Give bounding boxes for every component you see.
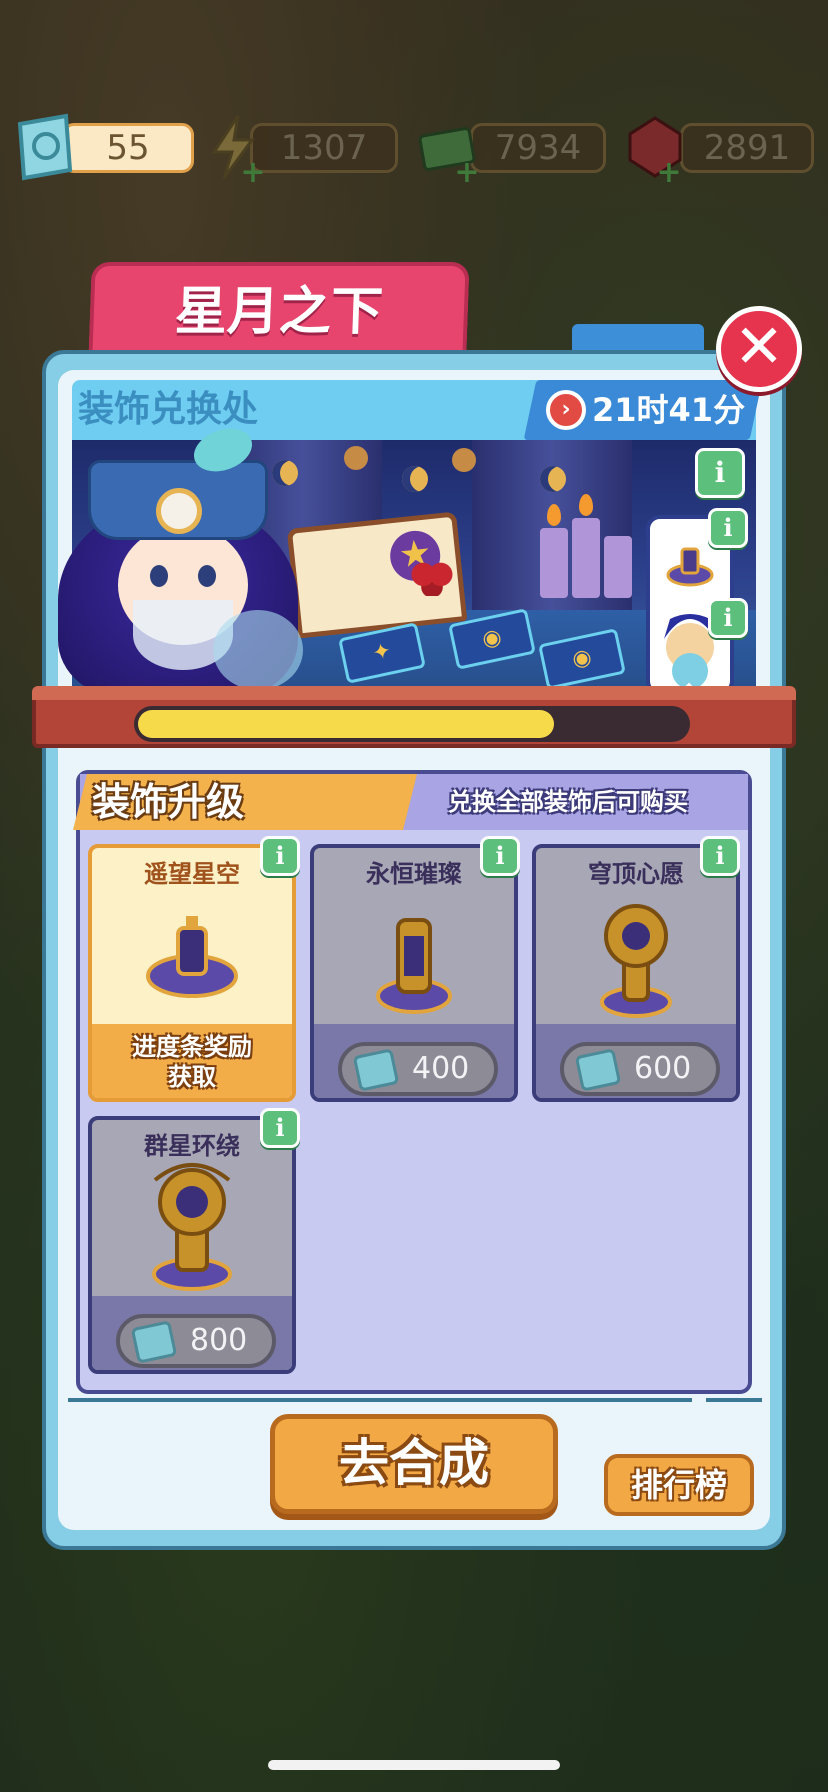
cash-counter[interactable]: 7934 [470, 123, 606, 173]
upgrade-note: 兑换全部装饰后可购买 [448, 788, 688, 816]
deco-card-eternal[interactable]: 永恒璀璨 400 [310, 844, 518, 1102]
gem-counter[interactable]: 2891 [680, 123, 814, 173]
grapes-decoration [410, 560, 454, 596]
price-button[interactable]: 800 [116, 1314, 276, 1368]
preview-info-button[interactable]: i [708, 508, 748, 548]
gem-plus-icon[interactable]: + [656, 158, 682, 188]
candle [604, 536, 632, 598]
event-timer: 21时41分 [592, 391, 746, 429]
flame-icon [579, 494, 593, 516]
candle [572, 518, 600, 598]
eye [150, 565, 168, 587]
deco-info-button[interactable]: i [260, 836, 300, 876]
moon-ornament [540, 466, 566, 492]
stars-surround-deco-icon [152, 1163, 232, 1291]
leaderboard-button[interactable]: 排行榜 [604, 1454, 754, 1516]
upgrade-title: 装饰升级 [92, 780, 245, 824]
price-button[interactable]: 400 [338, 1042, 498, 1096]
progress-bar-fill [138, 710, 554, 738]
divider [68, 1398, 692, 1402]
preview-info-button[interactable]: i [708, 598, 748, 638]
orb-ornament [344, 446, 368, 470]
price-value: 800 [190, 1323, 248, 1358]
price-value: 600 [634, 1051, 692, 1086]
price-value: 400 [412, 1051, 470, 1086]
deco-card-stargazing[interactable]: 遥望星空 进度条奖励 获取 [88, 844, 296, 1102]
event-title-tab: 星月之下 [88, 262, 470, 358]
price-button[interactable]: 600 [560, 1042, 720, 1096]
deco-info-button[interactable]: i [700, 836, 740, 876]
event-title: 星月之下 [173, 282, 384, 342]
tab-decoration [572, 324, 704, 352]
ticket-icon [130, 1320, 178, 1364]
ticket-counter[interactable]: 55 [62, 123, 194, 173]
clock-icon: › [546, 390, 586, 430]
dome-wish-deco-icon [600, 904, 672, 1018]
ticket-icon [352, 1048, 400, 1092]
divider [706, 1398, 762, 1402]
hat-gem [156, 488, 202, 534]
deco-info-button[interactable]: i [480, 836, 520, 876]
fortune-teller-character [48, 420, 310, 700]
energy-counter[interactable]: 1307 [250, 123, 398, 173]
deco-info-button[interactable]: i [260, 1108, 300, 1148]
deco-card-dome-wish[interactable]: 穹顶心愿 600 [532, 844, 740, 1102]
close-button[interactable]: ✕ [716, 306, 802, 392]
ticket-icon [574, 1048, 622, 1092]
shelf-top [32, 686, 796, 700]
deco-reward-text: 进度条奖励 获取 [92, 1032, 292, 1092]
energy-plus-icon[interactable]: + [240, 158, 266, 188]
stargazing-deco-icon [146, 916, 238, 998]
moon-ornament [402, 466, 428, 492]
orb-ornament [452, 448, 476, 472]
deco-card-stars-surround[interactable]: 群星环绕 800 [88, 1116, 296, 1374]
synthesize-button[interactable]: 去合成 [270, 1414, 558, 1514]
eternal-deco-icon [376, 918, 452, 1014]
scene-info-button[interactable]: i [695, 448, 745, 498]
candle [540, 528, 568, 598]
reward-line-1: 进度条奖励 [132, 1033, 252, 1061]
reward-line-2: 获取 [168, 1063, 216, 1091]
flame-icon [547, 504, 561, 526]
eye [198, 565, 216, 587]
ticket-icon [10, 112, 76, 182]
home-indicator[interactable] [268, 1760, 560, 1770]
crystal-ball [213, 610, 303, 690]
cash-plus-icon[interactable]: + [454, 158, 480, 188]
